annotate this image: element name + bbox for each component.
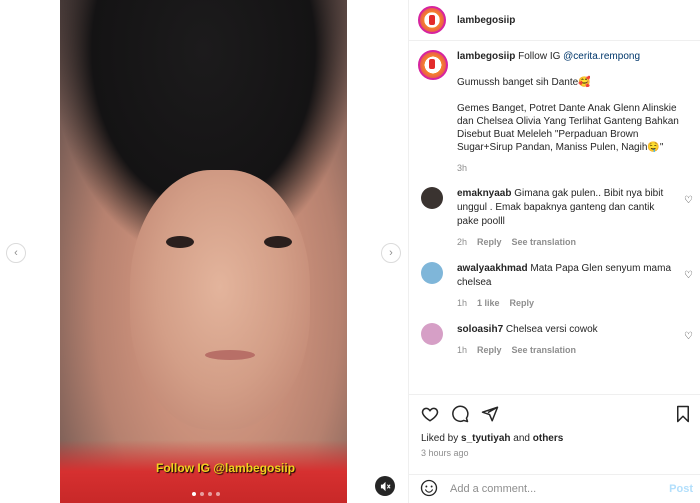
comment-avatar[interactable] bbox=[421, 323, 443, 345]
comment-body: soloasih7 Chelsea versi cowok 1h Reply S… bbox=[457, 323, 677, 357]
caption-username[interactable]: lambegosiip bbox=[457, 51, 515, 62]
comment-likes[interactable]: 1 like bbox=[477, 296, 500, 310]
caption-mention[interactable]: @cerita.rempong bbox=[563, 51, 640, 62]
comment-time: 1h bbox=[457, 298, 468, 308]
likes-user[interactable]: s_tyutiyah bbox=[461, 433, 510, 444]
photo-face bbox=[130, 170, 310, 430]
comment-body: emaknyaab Gimana gak pulen.. Bibit nya b… bbox=[457, 187, 677, 249]
mute-icon[interactable] bbox=[375, 476, 395, 496]
comment-meta: 2h Reply See translation bbox=[457, 235, 677, 249]
post-header: lambegosiip bbox=[409, 0, 700, 41]
comment-text: Chelsea versi cowok bbox=[505, 324, 598, 335]
comment-avatar[interactable] bbox=[421, 187, 443, 209]
comment-translate-button[interactable]: See translation bbox=[512, 343, 577, 357]
caption-line1: Gumussh banget sih Dante🥰 bbox=[457, 77, 591, 88]
chevron-right-icon: › bbox=[389, 247, 393, 259]
photo-eye-left bbox=[166, 236, 194, 248]
share-icon[interactable] bbox=[480, 404, 500, 424]
comment-item: emaknyaab Gimana gak pulen.. Bibit nya b… bbox=[409, 187, 700, 249]
comment-meta: 1h 1 like Reply bbox=[457, 296, 677, 310]
avatar[interactable] bbox=[418, 6, 446, 34]
carousel-dots bbox=[192, 492, 220, 496]
comment-like-icon[interactable]: ♡ bbox=[684, 331, 693, 342]
comment-username[interactable]: emaknyaab bbox=[457, 188, 511, 199]
carousel-dot-4 bbox=[216, 492, 220, 496]
comments-scroll[interactable]: lambegosiip Follow IG @cerita.rempong Gu… bbox=[409, 42, 700, 394]
caption-first-line: lambegosiip Follow IG @cerita.rempong bbox=[457, 50, 687, 63]
comment-reply-button[interactable]: Reply bbox=[510, 296, 535, 310]
emoji-icon[interactable] bbox=[420, 479, 438, 500]
comment-translate-button[interactable]: See translation bbox=[512, 235, 577, 249]
post-details-panel: lambegosiip lambegosiip Follow IG @cerit… bbox=[408, 0, 700, 503]
action-icons bbox=[409, 395, 700, 433]
photo-eye-right bbox=[264, 236, 292, 248]
comment-username[interactable]: awalyaakhmad bbox=[457, 263, 528, 274]
like-icon[interactable] bbox=[420, 404, 440, 424]
caption-lead: Follow IG bbox=[518, 51, 561, 62]
header-username[interactable]: lambegosiip bbox=[457, 15, 515, 26]
carousel-dot-1 bbox=[192, 492, 196, 496]
likes-prefix: Liked by bbox=[421, 433, 459, 444]
comment-item: soloasih7 Chelsea versi cowok 1h Reply S… bbox=[409, 323, 700, 357]
carousel-prev-button[interactable]: ‹ bbox=[6, 243, 26, 263]
comment-time: 2h bbox=[457, 237, 468, 247]
carousel-dot-3 bbox=[208, 492, 212, 496]
post-button[interactable]: Post bbox=[669, 483, 693, 495]
photo-mouth bbox=[205, 350, 255, 360]
comment-reply-button[interactable]: Reply bbox=[477, 343, 502, 357]
caption: lambegosiip Follow IG @cerita.rempong Gu… bbox=[409, 42, 700, 175]
caption-line2: Gemes Banget, Potret Dante Anak Glenn Al… bbox=[457, 103, 679, 153]
post-image[interactable] bbox=[60, 0, 347, 503]
carousel-dot-2 bbox=[200, 492, 204, 496]
add-comment-bar: Post bbox=[409, 474, 700, 503]
chevron-left-icon: ‹ bbox=[14, 247, 18, 259]
post-actions: Liked by s_tyutiyah and others 3 hours a… bbox=[409, 394, 700, 474]
comment-like-icon[interactable]: ♡ bbox=[684, 270, 693, 281]
comment-time: 1h bbox=[457, 345, 468, 355]
media-area: Follow IG @lambegosiip ‹ › bbox=[0, 0, 408, 503]
photo-watermark: Follow IG @lambegosiip bbox=[156, 461, 296, 475]
likes-and: and bbox=[513, 433, 530, 444]
caption-body: lambegosiip Follow IG @cerita.rempong Gu… bbox=[457, 50, 687, 175]
likes-summary: Liked by s_tyutiyah and others bbox=[409, 433, 700, 444]
comment-like-icon[interactable]: ♡ bbox=[684, 195, 693, 206]
carousel-next-button[interactable]: › bbox=[381, 243, 401, 263]
posted-ago: 3 hours ago bbox=[421, 448, 469, 458]
caption-time: 3h bbox=[457, 163, 468, 173]
comment-username[interactable]: soloasih7 bbox=[457, 324, 503, 335]
comment-item: awalyaakhmad Mata Papa Glen senyum mama … bbox=[409, 262, 700, 310]
caption-avatar[interactable] bbox=[418, 50, 448, 80]
comment-meta: 1h Reply See translation bbox=[457, 343, 677, 357]
comment-input[interactable] bbox=[450, 483, 660, 495]
comment-icon[interactable] bbox=[450, 404, 470, 424]
comment-reply-button[interactable]: Reply bbox=[477, 235, 502, 249]
comment-avatar[interactable] bbox=[421, 262, 443, 284]
likes-others[interactable]: others bbox=[533, 433, 564, 444]
bookmark-icon[interactable] bbox=[673, 404, 693, 424]
comment-body: awalyaakhmad Mata Papa Glen senyum mama … bbox=[457, 262, 677, 310]
